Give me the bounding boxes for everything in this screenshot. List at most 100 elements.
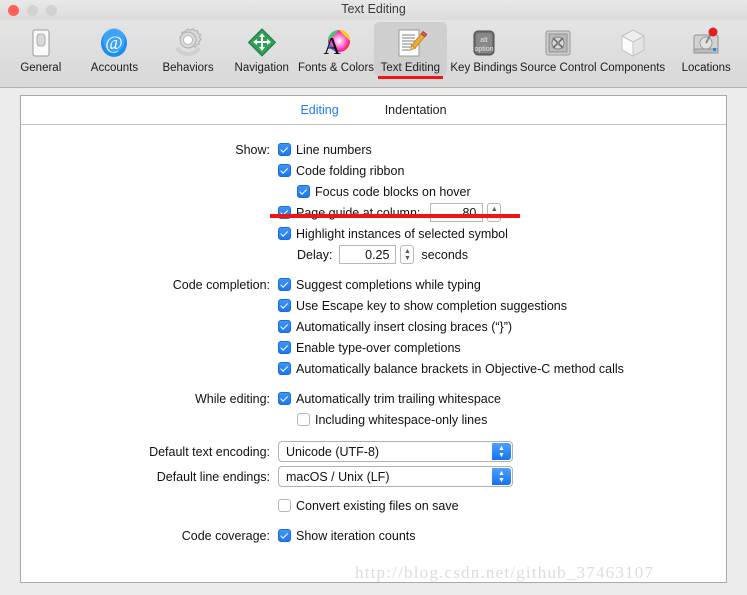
svg-text:alt: alt <box>480 37 487 44</box>
page-guide-stepper[interactable]: ▲ ▼ <box>487 203 502 222</box>
checkbox-box[interactable] <box>278 362 291 375</box>
row-line-endings: Default line endings: macOS / Unix (LF) … <box>21 464 726 489</box>
chevron-updown-icon[interactable]: ▲ ▼ <box>492 468 511 485</box>
row-while-editing-1: While editing: Automatically trim traili… <box>21 388 726 409</box>
chevron-updown-icon[interactable]: ▲ ▼ <box>492 443 511 460</box>
row-delay: Delay: 0.25 ▲ ▼ seconds <box>21 244 726 265</box>
cube-icon <box>615 25 651 61</box>
svg-text:@: @ <box>106 33 124 54</box>
row-convert-files: Convert existing files on save <box>21 495 726 516</box>
stepper-up-icon[interactable]: ▲ <box>491 206 498 213</box>
tab-editing[interactable]: Editing <box>300 103 338 117</box>
delay-input[interactable]: 0.25 <box>339 245 397 264</box>
document-pencil-icon <box>392 25 428 61</box>
preferences-panel: Editing Indentation Show: Line numbers C… <box>20 95 727 583</box>
page-guide-column-input[interactable]: 80 <box>430 203 484 222</box>
checkbox-line-numbers[interactable]: Line numbers <box>278 143 372 157</box>
show-section-label: Show: <box>235 142 270 157</box>
checkbox-trim-trailing-whitespace[interactable]: Automatically trim trailing whitespace <box>278 392 501 406</box>
toolbar-item-locations[interactable]: Locations <box>669 22 743 76</box>
editing-form: Show: Line numbers Code folding ribbon F… <box>21 125 726 546</box>
stepper-up-icon[interactable]: ▲ <box>404 248 411 255</box>
checkbox-box[interactable] <box>278 143 291 156</box>
checkbox-show-iteration-counts[interactable]: Show iteration counts <box>278 529 416 543</box>
checkbox-box[interactable] <box>297 413 310 426</box>
checkbox-box[interactable] <box>297 185 310 198</box>
checkbox-box[interactable] <box>278 529 291 542</box>
hard-drive-pin-icon <box>688 25 724 61</box>
row-code-completion-4: Enable type-over completions <box>21 337 726 358</box>
checkbox-label: Line numbers <box>296 142 372 157</box>
toolbar-label: Accounts <box>90 62 139 74</box>
checkbox-label: Show iteration counts <box>296 528 416 543</box>
checkbox-label: Including whitespace-only lines <box>315 412 488 427</box>
svg-text:option: option <box>474 46 493 53</box>
checkbox-suggest-completions[interactable]: Suggest completions while typing <box>278 278 481 292</box>
toolbar-label: Key Bindings <box>450 62 518 74</box>
checkbox-code-folding-ribbon[interactable]: Code folding ribbon <box>278 164 404 178</box>
checkbox-box[interactable] <box>278 320 291 333</box>
checkbox-convert-existing-files[interactable]: Convert existing files on save <box>278 499 459 513</box>
toolbar-item-source-control[interactable]: Source Control <box>520 22 597 76</box>
delay-control: Delay: 0.25 ▲ ▼ seconds <box>278 245 468 264</box>
row-code-folding: Code folding ribbon <box>21 160 726 181</box>
text-encoding-select[interactable]: Unicode (UTF-8) ▲ ▼ <box>278 441 513 462</box>
at-sign-icon: @ <box>96 25 132 61</box>
checkbox-box[interactable] <box>278 392 291 405</box>
row-highlight-instances: Highlight instances of selected symbol <box>21 223 726 244</box>
checkbox-type-over-completions[interactable]: Enable type-over completions <box>278 341 461 355</box>
checkbox-label: Enable type-over completions <box>296 340 461 355</box>
checkbox-box[interactable] <box>278 499 291 512</box>
navigation-arrows-icon <box>244 25 280 61</box>
toolbar-item-text-editing[interactable]: Text Editing <box>373 22 448 79</box>
checkbox-balance-brackets[interactable]: Automatically balance brackets in Object… <box>278 362 624 376</box>
line-endings-select[interactable]: macOS / Unix (LF) ▲ ▼ <box>278 466 513 487</box>
checkbox-insert-closing-braces[interactable]: Automatically insert closing braces (“}”… <box>278 320 512 334</box>
row-text-encoding: Default text encoding: Unicode (UTF-8) ▲… <box>21 439 726 464</box>
toolbar-label: Components <box>599 62 666 74</box>
checkbox-box[interactable] <box>278 227 291 240</box>
checkbox-label: Use Escape key to show completion sugges… <box>296 298 567 313</box>
checkbox-box[interactable] <box>278 164 291 177</box>
line-endings-label: Default line endings: <box>156 469 270 484</box>
delay-stepper[interactable]: ▲ ▼ <box>400 245 415 264</box>
checkbox-box[interactable] <box>278 341 291 354</box>
line-endings-value: macOS / Unix (LF) <box>286 469 390 484</box>
checkbox-label: Highlight instances of selected symbol <box>296 226 508 241</box>
row-while-editing-2: Including whitespace-only lines <box>21 409 726 430</box>
stepper-down-icon[interactable]: ▼ <box>404 255 411 262</box>
toolbar-item-behaviors[interactable]: Behaviors <box>151 22 225 76</box>
watermark-text: http://blog.csdn.net/github_37463107 <box>355 563 655 582</box>
checkbox-focus-code-blocks[interactable]: Focus code blocks on hover <box>278 185 471 199</box>
row-code-completion-5: Automatically balance brackets in Object… <box>21 358 726 379</box>
checkbox-box[interactable] <box>278 278 291 291</box>
code-completion-section-label: Code completion: <box>172 277 270 292</box>
annotation-line-page-guide <box>270 214 520 218</box>
code-coverage-section-label: Code coverage: <box>181 528 270 543</box>
toolbar-item-general[interactable]: General <box>4 22 78 76</box>
tab-indentation[interactable]: Indentation <box>385 103 447 117</box>
checkbox-label: Focus code blocks on hover <box>315 184 471 199</box>
checkbox-highlight-instances[interactable]: Highlight instances of selected symbol <box>278 227 508 241</box>
delay-label: Delay: <box>297 247 333 262</box>
checkbox-label: Convert existing files on save <box>296 498 459 513</box>
checkbox-including-whitespace-only[interactable]: Including whitespace-only lines <box>278 413 487 427</box>
toolbar-label: Fonts & Colors <box>297 62 375 74</box>
row-code-completion-1: Code completion: Suggest completions whi… <box>21 274 726 295</box>
page-guide-row[interactable]: Page guide at column: 80 ▲ ▼ <box>278 203 502 222</box>
option-key-icon: alt option <box>466 25 502 61</box>
toolbar-label: Behaviors <box>162 62 214 74</box>
text-encoding-control: Unicode (UTF-8) ▲ ▼ <box>278 441 513 462</box>
toolbar-item-navigation[interactable]: Navigation <box>225 22 299 76</box>
checkbox-label: Automatically insert closing braces (“}”… <box>296 319 513 334</box>
toolbar-item-key-bindings[interactable]: alt option Key Bindings <box>447 22 521 76</box>
toolbar-label: Navigation <box>234 62 289 74</box>
checkbox-escape-key-suggestions[interactable]: Use Escape key to show completion sugges… <box>278 299 567 313</box>
window-titlebar: Text Editing <box>0 0 747 20</box>
row-page-guide: Page guide at column: 80 ▲ ▼ <box>21 202 726 223</box>
preferences-window: Text Editing General @ Accounts Behavior… <box>0 0 747 595</box>
toolbar-item-accounts[interactable]: @ Accounts <box>78 22 152 76</box>
toolbar-item-fonts-colors[interactable]: A Fonts & Colors <box>297 22 375 76</box>
checkbox-box[interactable] <box>278 299 291 312</box>
toolbar-item-components[interactable]: Components <box>596 22 670 76</box>
